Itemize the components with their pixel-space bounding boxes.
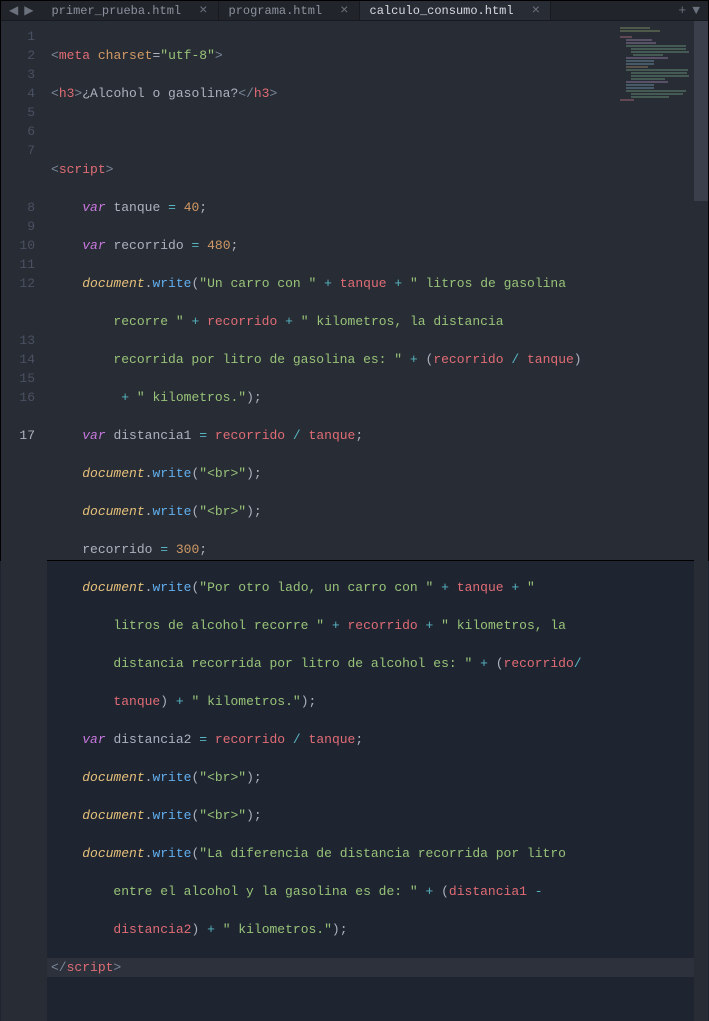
tab-primer-prueba[interactable]: primer_prueba.html × — [41, 1, 218, 20]
close-icon[interactable]: × — [199, 3, 207, 19]
tab-next-icon[interactable]: ▶ — [22, 1, 35, 20]
tab-calculo-consumo[interactable]: calculo_consumo.html × — [360, 1, 551, 20]
line-number — [1, 179, 35, 198]
line-number: 16 — [1, 388, 35, 407]
new-tab-icon[interactable]: + — [678, 3, 686, 18]
minimap[interactable] — [620, 27, 692, 107]
line-gutter: 1234567891011121314151617 — [1, 21, 47, 1021]
tab-label: primer_prueba.html — [51, 4, 181, 18]
scrollbar-thumb[interactable] — [694, 21, 708, 201]
line-number: 12 — [1, 274, 35, 293]
editor-body: 1234567891011121314151617 <meta charset=… — [1, 21, 708, 1021]
line-number: 6 — [1, 122, 35, 141]
line-number: 15 — [1, 369, 35, 388]
line-number: 10 — [1, 236, 35, 255]
line-number — [1, 160, 35, 179]
line-number: 4 — [1, 84, 35, 103]
tab-prev-icon[interactable]: ◀ — [7, 1, 20, 20]
line-number: 5 — [1, 103, 35, 122]
line-number: 17 — [1, 426, 35, 445]
tab-label: programa.html — [229, 4, 323, 18]
code-area[interactable]: <meta charset="utf-8"> <h3>¿Alcohol o ga… — [47, 21, 708, 1021]
line-number — [1, 407, 35, 426]
close-icon[interactable]: × — [532, 3, 540, 19]
line-number: 13 — [1, 331, 35, 350]
line-number — [1, 293, 35, 312]
line-number: 8 — [1, 198, 35, 217]
line-number: 1 — [1, 27, 35, 46]
line-number: 2 — [1, 46, 35, 65]
line-number: 3 — [1, 65, 35, 84]
line-number: 9 — [1, 217, 35, 236]
tab-label: calculo_consumo.html — [370, 4, 514, 18]
tab-programa[interactable]: programa.html × — [219, 1, 360, 20]
tab-actions: + ▼ — [670, 3, 708, 18]
code-editor: ◀ ▶ primer_prueba.html × programa.html ×… — [0, 0, 709, 561]
line-number: 11 — [1, 255, 35, 274]
vertical-scrollbar[interactable] — [694, 21, 708, 1021]
close-icon[interactable]: × — [340, 3, 348, 19]
tab-nav: ◀ ▶ — [1, 1, 41, 20]
tabs: primer_prueba.html × programa.html × cal… — [41, 1, 670, 20]
tab-menu-icon[interactable]: ▼ — [692, 3, 700, 18]
tab-bar: ◀ ▶ primer_prueba.html × programa.html ×… — [1, 1, 708, 21]
line-number: 14 — [1, 350, 35, 369]
line-number — [1, 312, 35, 331]
line-number: 7 — [1, 141, 35, 160]
